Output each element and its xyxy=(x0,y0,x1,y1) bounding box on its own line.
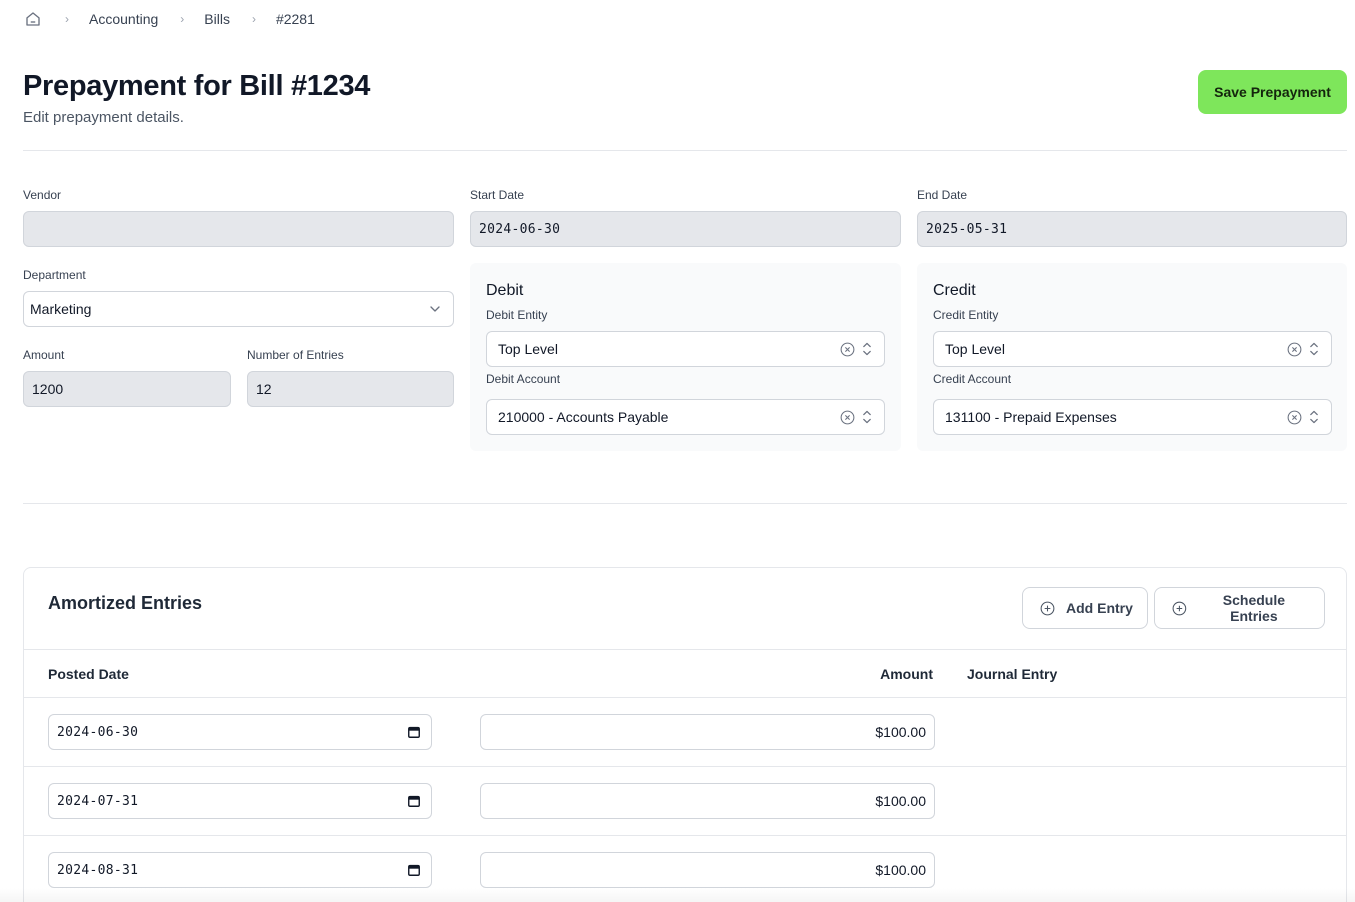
calendar-icon[interactable] xyxy=(407,794,421,808)
posted-date-input[interactable]: 2024-08-31 xyxy=(48,852,432,888)
table-row: 2024-06-30 $100.00 xyxy=(24,698,1346,767)
save-prepayment-button[interactable]: Save Prepayment xyxy=(1198,70,1347,114)
column-amount: Amount xyxy=(880,666,933,682)
department-select[interactable]: Marketing xyxy=(23,291,454,327)
chevron-up-down-icon[interactable] xyxy=(861,341,873,357)
plus-circle-icon xyxy=(1040,601,1055,615)
bottom-shadow xyxy=(0,888,1355,902)
chevron-right-icon: › xyxy=(180,12,185,26)
divider xyxy=(23,150,1347,151)
debit-entity-label: Debit Entity xyxy=(486,308,548,322)
department-label: Department xyxy=(23,268,86,282)
number-of-entries-label: Number of Entries xyxy=(247,348,344,362)
credit-panel: Credit Credit Entity Top Level Credit Ac… xyxy=(917,263,1347,451)
start-date-field[interactable]: 2024-06-30 xyxy=(470,211,901,247)
credit-entity-combobox[interactable]: Top Level xyxy=(933,331,1332,367)
breadcrumb: › Accounting › Bills › #2281 xyxy=(23,8,315,30)
breadcrumb-accounting[interactable]: Accounting xyxy=(89,11,158,27)
chevron-right-icon: › xyxy=(65,12,69,26)
calendar-icon[interactable] xyxy=(407,725,421,739)
posted-date-value: 2024-08-31 xyxy=(57,862,139,878)
debit-account-value: 210000 - Accounts Payable xyxy=(498,409,669,425)
breadcrumb-bill-id[interactable]: #2281 xyxy=(276,11,315,27)
vendor-label: Vendor xyxy=(23,188,62,202)
department-value: Marketing xyxy=(30,301,92,317)
amortized-entries-card: Amortized Entries Add Entry Schedule Ent… xyxy=(23,567,1347,902)
calendar-icon[interactable] xyxy=(407,863,421,877)
end-date-field[interactable]: 2025-05-31 xyxy=(917,211,1347,247)
debit-title: Debit xyxy=(486,282,524,299)
number-of-entries-field[interactable]: 12 xyxy=(247,371,454,407)
schedule-entries-button[interactable]: Schedule Entries xyxy=(1154,587,1325,629)
amount-input[interactable]: $100.00 xyxy=(480,714,935,750)
amount-field[interactable]: 1200 xyxy=(23,371,231,407)
debit-panel: Debit Debit Entity Top Level Debit Accou… xyxy=(470,263,901,451)
divider xyxy=(23,503,1347,504)
credit-account-value: 131100 - Prepaid Expenses xyxy=(945,409,1117,425)
plus-circle-icon xyxy=(1172,601,1187,615)
clear-icon[interactable] xyxy=(839,341,856,358)
posted-date-value: 2024-06-30 xyxy=(57,724,139,740)
posted-date-value: 2024-07-31 xyxy=(57,793,139,809)
breadcrumb-bills[interactable]: Bills xyxy=(204,11,230,27)
amount-label: Amount xyxy=(23,348,65,362)
table-header: Posted Date Amount Journal Entry xyxy=(24,649,1346,698)
amount-input[interactable]: $100.00 xyxy=(480,783,935,819)
credit-account-combobox[interactable]: 131100 - Prepaid Expenses xyxy=(933,399,1332,435)
clear-icon[interactable] xyxy=(1286,341,1303,358)
debit-entity-combobox[interactable]: Top Level xyxy=(486,331,885,367)
vendor-field[interactable] xyxy=(23,211,454,247)
amortized-entries-title: Amortized Entries xyxy=(48,593,203,613)
add-entry-label: Add Entry xyxy=(1066,600,1133,616)
clear-icon[interactable] xyxy=(1286,409,1303,426)
end-date-label: End Date xyxy=(917,188,968,202)
column-posted-date: Posted Date xyxy=(48,666,129,682)
posted-date-input[interactable]: 2024-06-30 xyxy=(48,714,432,750)
start-date-label: Start Date xyxy=(470,188,525,202)
chevron-up-down-icon[interactable] xyxy=(1308,409,1320,425)
page-title: Prepayment for Bill #1234 xyxy=(23,70,371,102)
chevron-down-icon xyxy=(430,306,440,312)
page-subtitle: Edit prepayment details. xyxy=(23,109,184,126)
chevron-up-down-icon[interactable] xyxy=(861,409,873,425)
debit-account-label: Debit Account xyxy=(486,372,561,386)
credit-title: Credit xyxy=(933,282,976,299)
add-entry-button[interactable]: Add Entry xyxy=(1022,587,1148,629)
chevron-right-icon: › xyxy=(251,12,256,26)
chevron-up-down-icon[interactable] xyxy=(1308,341,1320,357)
clear-icon[interactable] xyxy=(839,409,856,426)
home-icon[interactable] xyxy=(23,9,43,29)
column-journal-entry: Journal Entry xyxy=(967,666,1058,682)
debit-account-combobox[interactable]: 210000 - Accounts Payable xyxy=(486,399,885,435)
schedule-entries-label: Schedule Entries xyxy=(1222,592,1286,624)
posted-date-input[interactable]: 2024-07-31 xyxy=(48,783,432,819)
credit-entity-label: Credit Entity xyxy=(933,308,999,322)
table-row: 2024-07-31 $100.00 xyxy=(24,767,1346,836)
debit-entity-value: Top Level xyxy=(498,341,558,357)
credit-account-label: Credit Account xyxy=(933,372,1012,386)
credit-entity-value: Top Level xyxy=(945,341,1005,357)
page: › Accounting › Bills › #2281 Prepayment … xyxy=(0,0,1355,902)
amount-input[interactable]: $100.00 xyxy=(480,852,935,888)
